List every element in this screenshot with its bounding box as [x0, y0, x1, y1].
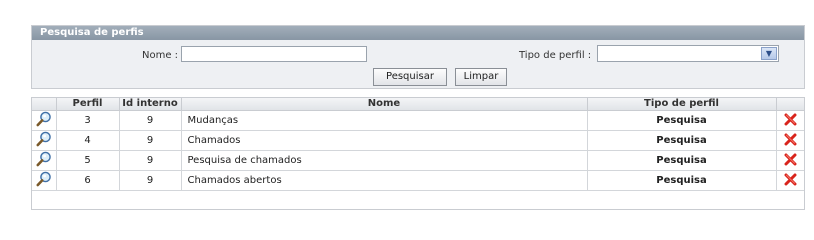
id-interno-cell: 9: [119, 170, 182, 191]
delete-icon[interactable]: [784, 173, 797, 189]
nome-label: Nome :: [142, 50, 179, 61]
view-cell: [32, 150, 57, 171]
delete-icon[interactable]: [784, 153, 797, 169]
tipo-perfil-cell: Pesquisa: [587, 170, 777, 191]
col-header-id-interno[interactable]: Id interno: [119, 98, 182, 111]
tipo-perfil-cell: Pesquisa: [587, 110, 777, 131]
col-header-delete: [776, 98, 804, 111]
table-row[interactable]: 5 9 Pesquisa de chamados Pesquisa: [32, 150, 804, 171]
table-row[interactable]: 4 9 Chamados Pesquisa: [32, 130, 804, 151]
nome-cell: Pesquisa de chamados: [181, 150, 588, 171]
limpar-button[interactable]: Limpar: [455, 68, 507, 86]
view-cell: [32, 110, 57, 131]
magnifier-icon[interactable]: [36, 171, 52, 190]
nome-cell: Mudanças: [181, 110, 588, 131]
col-header-tipo-perfil[interactable]: Tipo de perfil: [587, 98, 777, 111]
table-row[interactable]: 3 9 Mudanças Pesquisa: [32, 110, 804, 131]
tipo-perfil-cell: Pesquisa: [587, 130, 777, 151]
magnifier-icon[interactable]: [36, 131, 52, 150]
magnifier-icon[interactable]: [36, 111, 52, 130]
delete-cell: [776, 130, 804, 151]
tipo-perfil-select[interactable]: ▼: [597, 45, 779, 62]
delete-cell: [776, 170, 804, 191]
perfil-cell: 5: [56, 150, 120, 171]
id-interno-cell: 9: [119, 130, 182, 151]
table-header-row: Perfil Id interno Nome Tipo de perfil: [32, 98, 804, 111]
perfil-cell: 3: [56, 110, 120, 131]
tipo-perfil-cell: Pesquisa: [587, 150, 777, 171]
nome-cell: Chamados abertos: [181, 170, 588, 191]
tipo-perfil-label: Tipo de perfil :: [519, 50, 592, 61]
perfil-cell: 6: [56, 170, 120, 191]
table-row[interactable]: 6 9 Chamados abertos Pesquisa: [32, 170, 804, 191]
pesquisar-button[interactable]: Pesquisar: [373, 68, 447, 86]
search-panel: Pesquisa de perfis Nome : Tipo de perfil…: [31, 25, 805, 89]
col-header-perfil[interactable]: Perfil: [56, 98, 120, 111]
view-cell: [32, 170, 57, 191]
chevron-down-icon[interactable]: ▼: [761, 47, 777, 60]
search-panel-title: Pesquisa de perfis: [32, 26, 804, 40]
col-header-view: [32, 98, 57, 111]
delete-cell: [776, 150, 804, 171]
results-table: Perfil Id interno Nome Tipo de perfil 39…: [31, 97, 805, 210]
view-cell: [32, 130, 57, 151]
id-interno-cell: 9: [119, 150, 182, 171]
magnifier-icon[interactable]: [36, 151, 52, 170]
nome-input[interactable]: [181, 46, 367, 62]
col-header-nome[interactable]: Nome: [181, 98, 588, 111]
perfil-cell: 4: [56, 130, 120, 151]
id-interno-cell: 9: [119, 110, 182, 131]
delete-icon[interactable]: [784, 113, 797, 129]
nome-cell: Chamados: [181, 130, 588, 151]
delete-icon[interactable]: [784, 133, 797, 149]
delete-cell: [776, 110, 804, 131]
